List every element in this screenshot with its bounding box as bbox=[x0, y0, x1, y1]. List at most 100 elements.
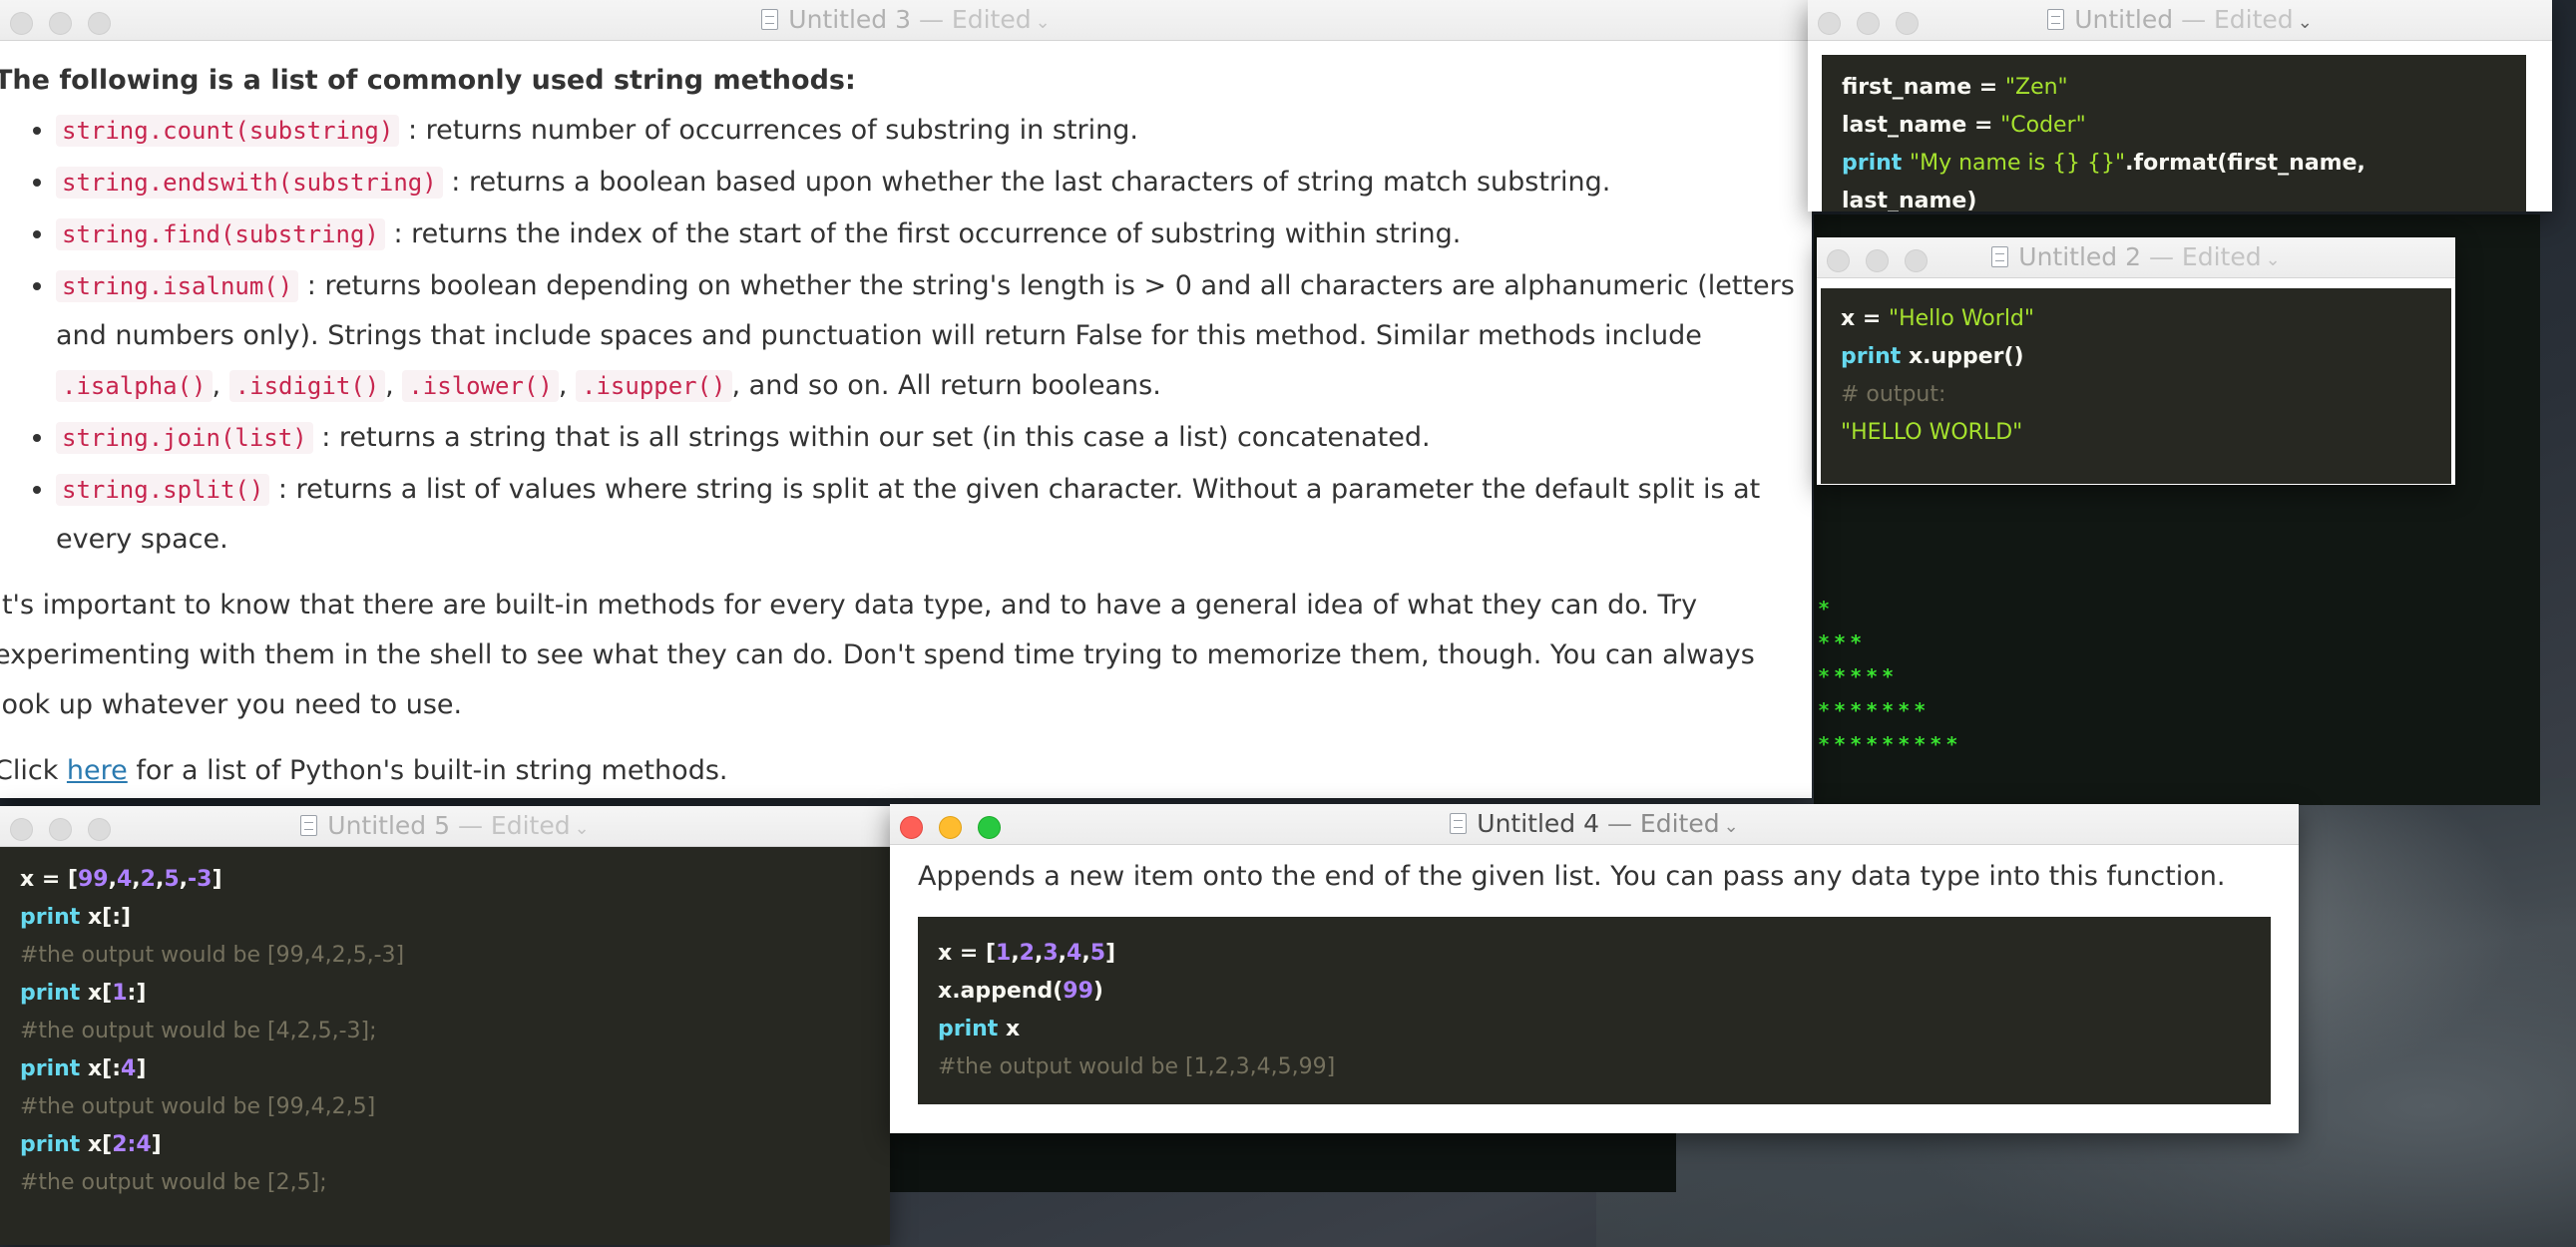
window-title[interactable]: Untitled 5 — Edited ⌄ bbox=[0, 806, 890, 846]
code-line: print x[:4] bbox=[20, 1050, 870, 1088]
window-untitled-2[interactable]: Untitled 2 — Edited ⌄ x = "Hello World" p… bbox=[1817, 237, 2455, 485]
window-untitled-4[interactable]: Untitled 4 — Edited ⌄ Appends a new item … bbox=[890, 804, 2299, 1133]
chevron-down-icon[interactable]: ⌄ bbox=[2266, 249, 2281, 270]
code-token: print bbox=[20, 1056, 81, 1081]
code-token: x = [ bbox=[938, 941, 996, 966]
code-line: print "My name is {} {}".format(first_na… bbox=[1842, 145, 2506, 211]
item-text: : returns a list of values where string … bbox=[56, 474, 1761, 555]
code-number: 4 bbox=[116, 867, 133, 892]
code-line: #the output would be [1,2,3,4,5,99] bbox=[938, 1048, 2251, 1086]
code-comment: #the output would be [2,5]; bbox=[20, 1170, 327, 1195]
code-token: ) bbox=[1092, 979, 1103, 1004]
list-item: string.endswith(substring) : returns a b… bbox=[56, 158, 1812, 208]
code-token: print bbox=[20, 1132, 81, 1157]
code-number: 2:4 bbox=[112, 1132, 152, 1157]
code-token: = bbox=[1966, 113, 2001, 138]
window-untitled-3[interactable]: Untitled 3 — Edited ⌄ The following is a … bbox=[0, 0, 1812, 798]
code-number: 3 bbox=[1043, 941, 1059, 966]
titlebar[interactable]: Untitled 5 — Edited ⌄ bbox=[0, 806, 890, 847]
code-line: print x[:] bbox=[20, 899, 870, 937]
code-line: print x bbox=[938, 1011, 2251, 1048]
code-comment: #the output would be [99,4,2,5,-3] bbox=[20, 943, 405, 968]
code-line: first_name = "Zen" bbox=[1842, 69, 2506, 107]
document-body[interactable]: The following is a list of commonly used… bbox=[0, 41, 1812, 796]
code-token: x bbox=[1841, 306, 1856, 331]
code-number: 2 bbox=[140, 867, 156, 892]
terminal-line: * bbox=[1818, 597, 1835, 621]
window-untitled[interactable]: Untitled — Edited ⌄ first_name = "Zen" la… bbox=[1808, 0, 2552, 211]
chevron-down-icon[interactable]: ⌄ bbox=[1724, 816, 1739, 837]
code-token: x[ bbox=[80, 1132, 113, 1157]
code-comment: #the output would be [4,2,5,-3]; bbox=[20, 1019, 377, 1043]
item-text: : returns a string that is all strings w… bbox=[321, 422, 1431, 453]
inline-code: string.count(substring) bbox=[56, 115, 400, 147]
inline-code: string.find(substring) bbox=[56, 218, 385, 250]
section-heading: The following is a list of commonly used… bbox=[0, 65, 856, 96]
chevron-down-icon[interactable]: ⌄ bbox=[2298, 12, 2313, 33]
item-text: : returns number of occurrences of subst… bbox=[407, 115, 1138, 146]
code-number: 1 bbox=[996, 941, 1012, 966]
edited-status: — Edited bbox=[2148, 242, 2262, 271]
code-line: x = [1,2,3,4,5] bbox=[938, 941, 1116, 966]
code-comment: # output: bbox=[1841, 382, 1946, 407]
window-title[interactable]: Untitled 3 — Edited ⌄ bbox=[0, 0, 1812, 40]
code-comment: #the output would be [99,4,2,5] bbox=[20, 1094, 376, 1119]
window-title-text: Untitled 3 bbox=[788, 5, 912, 34]
code-block[interactable]: first_name = "Zen" last_name = "Coder" p… bbox=[1822, 55, 2526, 211]
code-token: print bbox=[20, 981, 81, 1006]
document-icon bbox=[761, 9, 779, 30]
code-token: "HELLO WORLD" bbox=[1841, 420, 2023, 445]
code-line: #the output would be [99,4,2,5,-3] bbox=[20, 937, 870, 975]
window-title[interactable]: Untitled 2 — Edited ⌄ bbox=[1817, 237, 2455, 277]
list-item: string.count(substring) : returns number… bbox=[56, 106, 1812, 156]
item-text: : returns the index of the start of the … bbox=[393, 218, 1462, 249]
code-token: last_name bbox=[1842, 113, 1967, 138]
code-number: 1 bbox=[112, 981, 128, 1006]
code-token: "My name is {} {}" bbox=[1910, 151, 2126, 176]
code-token: x[ bbox=[80, 981, 113, 1006]
window-title-text: Untitled 5 bbox=[327, 811, 451, 840]
chevron-down-icon[interactable]: ⌄ bbox=[1036, 12, 1051, 33]
titlebar[interactable]: Untitled 2 — Edited ⌄ bbox=[1817, 237, 2455, 278]
code-line: #the output would be [4,2,5,-3]; bbox=[20, 1013, 870, 1050]
link-paragraph: Click here for a list of Python's built-… bbox=[0, 746, 1812, 796]
code-line: #the output would be [99,4,2,5] bbox=[20, 1088, 870, 1126]
code-token: x[: bbox=[80, 1056, 122, 1081]
code-number: 99 bbox=[78, 867, 109, 892]
code-number: 5 bbox=[164, 867, 180, 892]
code-token: x bbox=[998, 1017, 1021, 1041]
item-text: : returns boolean depending on whether t… bbox=[56, 270, 1795, 351]
code-block[interactable]: x = [99,4,2,5,-3] print x[:] #the output… bbox=[0, 847, 890, 1216]
code-number: 2 bbox=[1019, 941, 1035, 966]
code-line: "HELLO WORLD" bbox=[1841, 414, 2431, 452]
code-line: x = "Hello World" bbox=[1841, 300, 2431, 338]
list-item: string.find(substring) : returns the ind… bbox=[56, 209, 1812, 259]
code-line: # output: bbox=[1841, 376, 2431, 414]
window-untitled-5[interactable]: Untitled 5 — Edited ⌄ x = [99,4,2,5,-3] p… bbox=[0, 806, 890, 1245]
titlebar[interactable]: Untitled — Edited ⌄ bbox=[1808, 0, 2552, 41]
code-number: -3 bbox=[188, 867, 213, 892]
methods-list: string.count(substring) : returns number… bbox=[0, 106, 1812, 565]
edited-status: — Edited bbox=[2181, 5, 2294, 34]
window-title[interactable]: Untitled 4 — Edited ⌄ bbox=[890, 804, 2299, 844]
code-block[interactable]: x = [1,2,3,4,5] x.append(99) print x #th… bbox=[918, 917, 2271, 1104]
string-methods-link[interactable]: here bbox=[67, 755, 128, 786]
titlebar[interactable]: Untitled 4 — Edited ⌄ bbox=[890, 804, 2299, 845]
terminal-line: ******* bbox=[1818, 698, 1931, 722]
code-token: "Coder" bbox=[2000, 113, 2086, 138]
code-token: ] bbox=[212, 867, 222, 892]
window-title-text: Untitled 2 bbox=[2018, 242, 2142, 271]
code-line: x.append(99) bbox=[938, 973, 2251, 1011]
item-text: : returns a boolean based upon whether t… bbox=[451, 167, 1611, 198]
window-title[interactable]: Untitled — Edited ⌄ bbox=[1808, 0, 2552, 40]
code-token: x.upper() bbox=[1901, 344, 2024, 369]
terminal-line: ***** bbox=[1818, 664, 1899, 688]
code-block[interactable]: x = "Hello World" print x.upper() # outp… bbox=[1821, 288, 2451, 484]
titlebar[interactable]: Untitled 3 — Edited ⌄ bbox=[0, 0, 1812, 41]
code-token: print bbox=[938, 1017, 999, 1041]
chevron-down-icon[interactable]: ⌄ bbox=[575, 818, 590, 839]
inline-code: .isalpha() bbox=[56, 370, 213, 402]
window-title-text: Untitled bbox=[2074, 5, 2174, 34]
code-token: = bbox=[1971, 75, 2005, 100]
link-prefix: Click bbox=[0, 755, 67, 786]
